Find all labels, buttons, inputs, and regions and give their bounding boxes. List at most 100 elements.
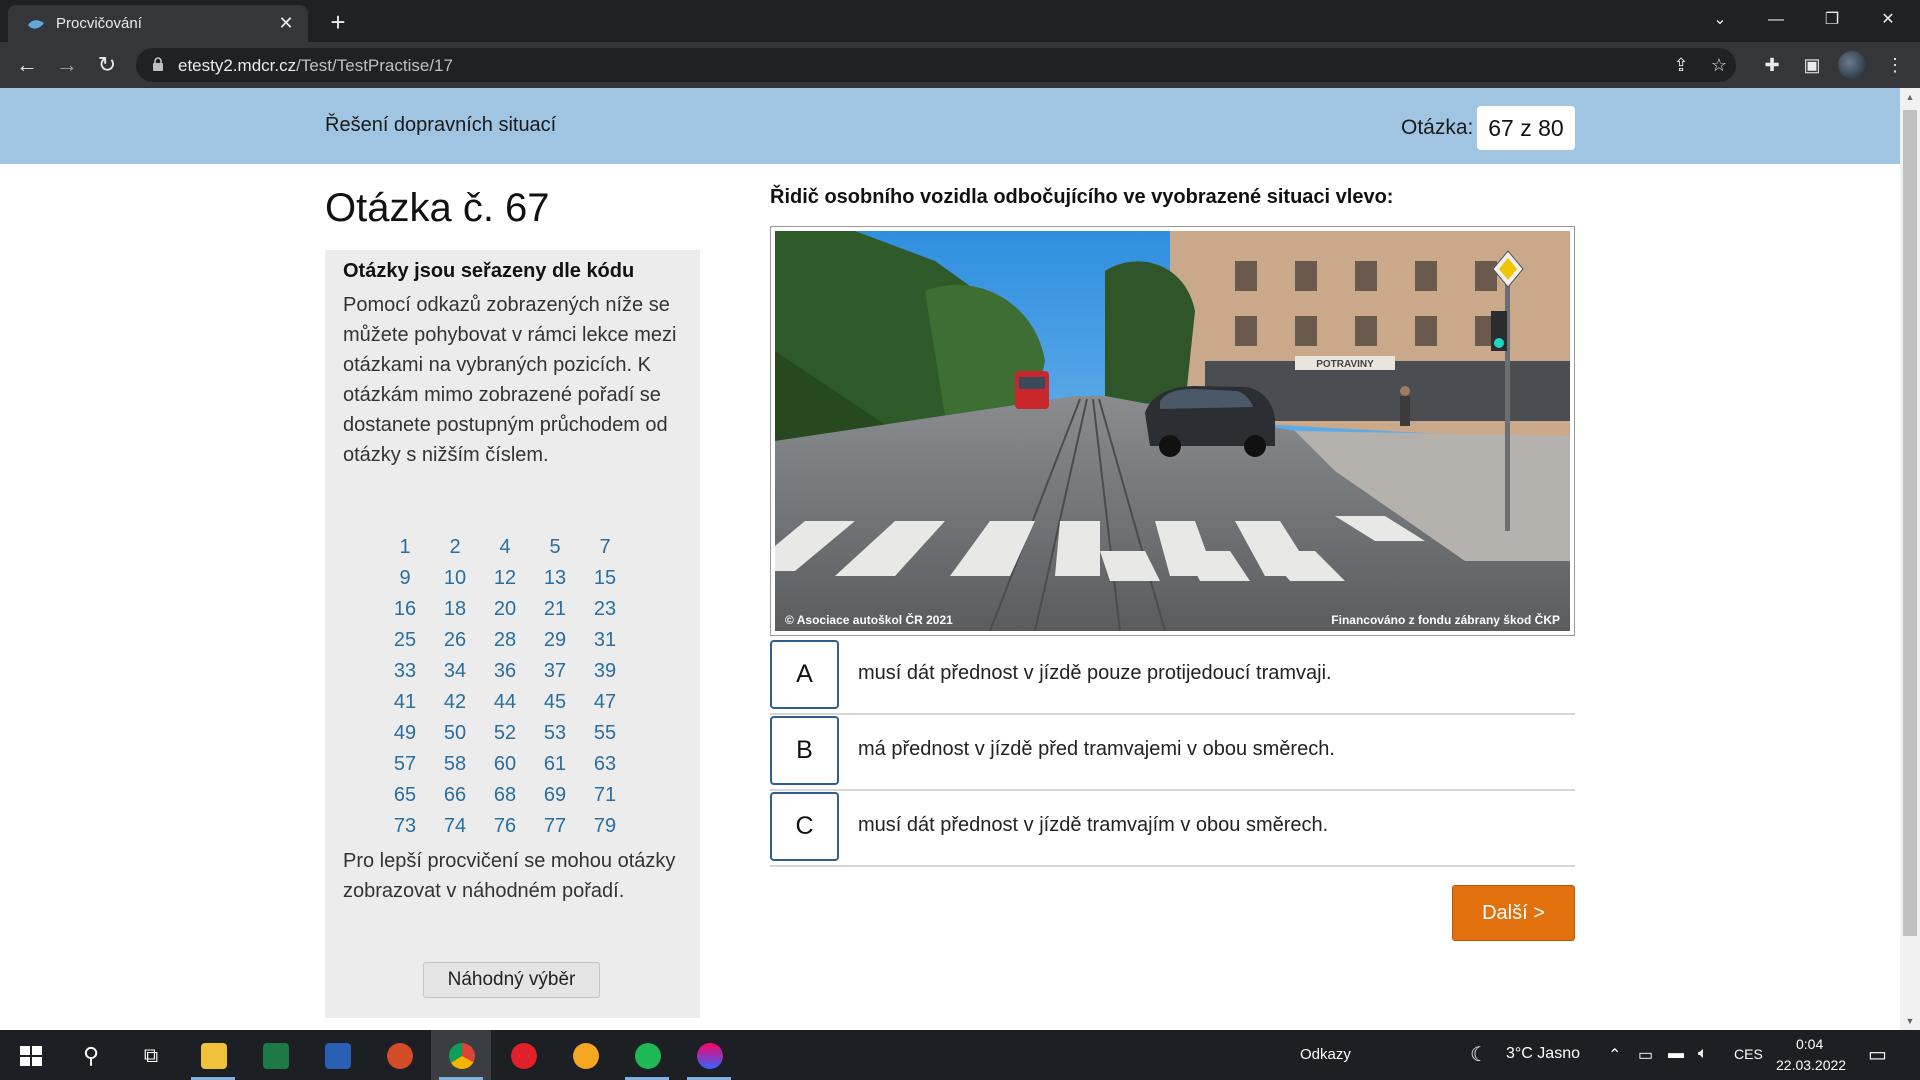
question-link[interactable]: 2: [430, 532, 480, 563]
question-link[interactable]: 25: [380, 625, 430, 656]
clock-date[interactable]: 22.03.2022: [1776, 1057, 1846, 1073]
bookmark-star-icon[interactable]: ☆: [1704, 50, 1734, 80]
side-panel-icon[interactable]: ▣: [1797, 50, 1827, 80]
question-link[interactable]: 79: [580, 811, 630, 842]
taskbar-color-app[interactable]: [679, 1030, 739, 1080]
question-link[interactable]: 45: [530, 687, 580, 718]
answer-option-a[interactable]: A musí dát přednost v jízdě pouze protij…: [770, 639, 1575, 715]
page-scrollbar[interactable]: ▲ ▼: [1900, 88, 1920, 1030]
forward-icon[interactable]: →: [52, 50, 82, 80]
scroll-up-icon[interactable]: ▲: [1900, 88, 1920, 106]
question-link[interactable]: 60: [480, 749, 530, 780]
answer-text-b[interactable]: má přednost v jízdě před tramvajemi v ob…: [858, 738, 1335, 761]
question-link[interactable]: 26: [430, 625, 480, 656]
question-link[interactable]: 18: [430, 594, 480, 625]
close-tab-icon[interactable]: ✕: [274, 11, 298, 35]
question-link[interactable]: 61: [530, 749, 580, 780]
window-close-icon[interactable]: ✕: [1863, 0, 1913, 40]
tab-search-icon[interactable]: ⌄: [1695, 0, 1745, 40]
question-link[interactable]: 73: [380, 811, 430, 842]
question-link[interactable]: 74: [430, 811, 480, 842]
taskbar-vpn-app[interactable]: [555, 1030, 615, 1080]
restore-icon[interactable]: ❐: [1807, 0, 1857, 40]
question-link[interactable]: 23: [580, 594, 630, 625]
question-link[interactable]: 68: [480, 780, 530, 811]
answer-text-c[interactable]: musí dát přednost v jízdě tramvajím v ob…: [858, 814, 1328, 837]
weather-moon-icon[interactable]: ☾: [1470, 1042, 1488, 1067]
question-link[interactable]: 57: [380, 749, 430, 780]
new-tab-icon[interactable]: +: [324, 8, 352, 36]
question-link[interactable]: 9: [380, 563, 430, 594]
links-toolbar[interactable]: Odkazy: [1300, 1046, 1351, 1063]
extensions-icon[interactable]: ✚: [1757, 50, 1787, 80]
question-link[interactable]: 12: [480, 563, 530, 594]
question-link[interactable]: 37: [530, 656, 580, 687]
taskbar-spotify[interactable]: [617, 1030, 677, 1080]
start-button[interactable]: [0, 1030, 60, 1080]
question-link[interactable]: 71: [580, 780, 630, 811]
question-link[interactable]: 69: [530, 780, 580, 811]
question-link[interactable]: 15: [580, 563, 630, 594]
taskbar-excel[interactable]: [245, 1030, 305, 1080]
question-link[interactable]: 20: [480, 594, 530, 625]
browser-tab[interactable]: Procvičování ✕: [8, 5, 308, 42]
taskbar-opera[interactable]: [493, 1030, 553, 1080]
question-link[interactable]: 65: [380, 780, 430, 811]
random-selection-button[interactable]: Náhodný výběr: [423, 962, 600, 998]
profile-avatar[interactable]: [1838, 51, 1866, 79]
taskbar-chrome[interactable]: [431, 1030, 491, 1080]
question-link[interactable]: 55: [580, 718, 630, 749]
scroll-down-icon[interactable]: ▼: [1900, 1012, 1920, 1030]
notifications-icon[interactable]: ▭: [1868, 1042, 1887, 1067]
menu-kebab-icon[interactable]: ⋮: [1880, 50, 1910, 80]
question-link[interactable]: 50: [430, 718, 480, 749]
question-link[interactable]: 29: [530, 625, 580, 656]
taskbar-file-explorer[interactable]: [183, 1030, 243, 1080]
answer-option-c[interactable]: C musí dát přednost v jízdě tramvajím v …: [770, 791, 1575, 867]
question-link[interactable]: 49: [380, 718, 430, 749]
question-link[interactable]: 63: [580, 749, 630, 780]
question-link[interactable]: 53: [530, 718, 580, 749]
answer-letter-a[interactable]: A: [770, 640, 839, 709]
question-link[interactable]: 31: [580, 625, 630, 656]
question-link[interactable]: 77: [530, 811, 580, 842]
share-icon[interactable]: ⇪: [1666, 50, 1696, 80]
question-link[interactable]: 5: [530, 532, 580, 563]
volume-icon[interactable]: 🔈︎: [1698, 1045, 1708, 1063]
network-icon[interactable]: ▭: [1638, 1045, 1653, 1065]
weather-text[interactable]: 3°C Jasno: [1506, 1045, 1580, 1063]
question-link[interactable]: 39: [580, 656, 630, 687]
battery-icon[interactable]: ▬: [1668, 1045, 1684, 1063]
tray-chevron-up-icon[interactable]: ⌃: [1608, 1045, 1621, 1065]
taskbar-word[interactable]: [307, 1030, 367, 1080]
question-link[interactable]: 13: [530, 563, 580, 594]
minimize-icon[interactable]: —: [1751, 0, 1801, 40]
answer-letter-b[interactable]: B: [770, 716, 839, 785]
taskbar-search-button[interactable]: ⚲: [60, 1030, 120, 1080]
question-link[interactable]: 76: [480, 811, 530, 842]
question-link[interactable]: 34: [430, 656, 480, 687]
question-link[interactable]: 10: [430, 563, 480, 594]
question-link[interactable]: 21: [530, 594, 580, 625]
reload-icon[interactable]: ↻: [92, 50, 122, 80]
question-link[interactable]: 58: [430, 749, 480, 780]
next-question-button[interactable]: Další >: [1452, 885, 1575, 941]
question-link[interactable]: 7: [580, 532, 630, 563]
question-link[interactable]: 1: [380, 532, 430, 563]
scrollbar-thumb[interactable]: [1903, 110, 1917, 936]
answer-option-b[interactable]: B má přednost v jízdě před tramvajemi v …: [770, 715, 1575, 791]
question-link[interactable]: 47: [580, 687, 630, 718]
answer-letter-c[interactable]: C: [770, 792, 839, 861]
question-link[interactable]: 52: [480, 718, 530, 749]
question-link[interactable]: 36: [480, 656, 530, 687]
address-bar[interactable]: etesty2.mdcr.cz/Test/TestPractise/17 ⇪ ☆: [136, 48, 1736, 82]
back-icon[interactable]: ←: [12, 50, 42, 80]
taskbar-powerpoint[interactable]: [369, 1030, 429, 1080]
question-link[interactable]: 16: [380, 594, 430, 625]
task-view-button[interactable]: ⧉: [120, 1030, 180, 1080]
clock-time[interactable]: 0:04: [1796, 1036, 1823, 1052]
question-link[interactable]: 42: [430, 687, 480, 718]
question-link[interactable]: 44: [480, 687, 530, 718]
answer-text-a[interactable]: musí dát přednost v jízdě pouze protijed…: [858, 662, 1332, 685]
question-link[interactable]: 33: [380, 656, 430, 687]
